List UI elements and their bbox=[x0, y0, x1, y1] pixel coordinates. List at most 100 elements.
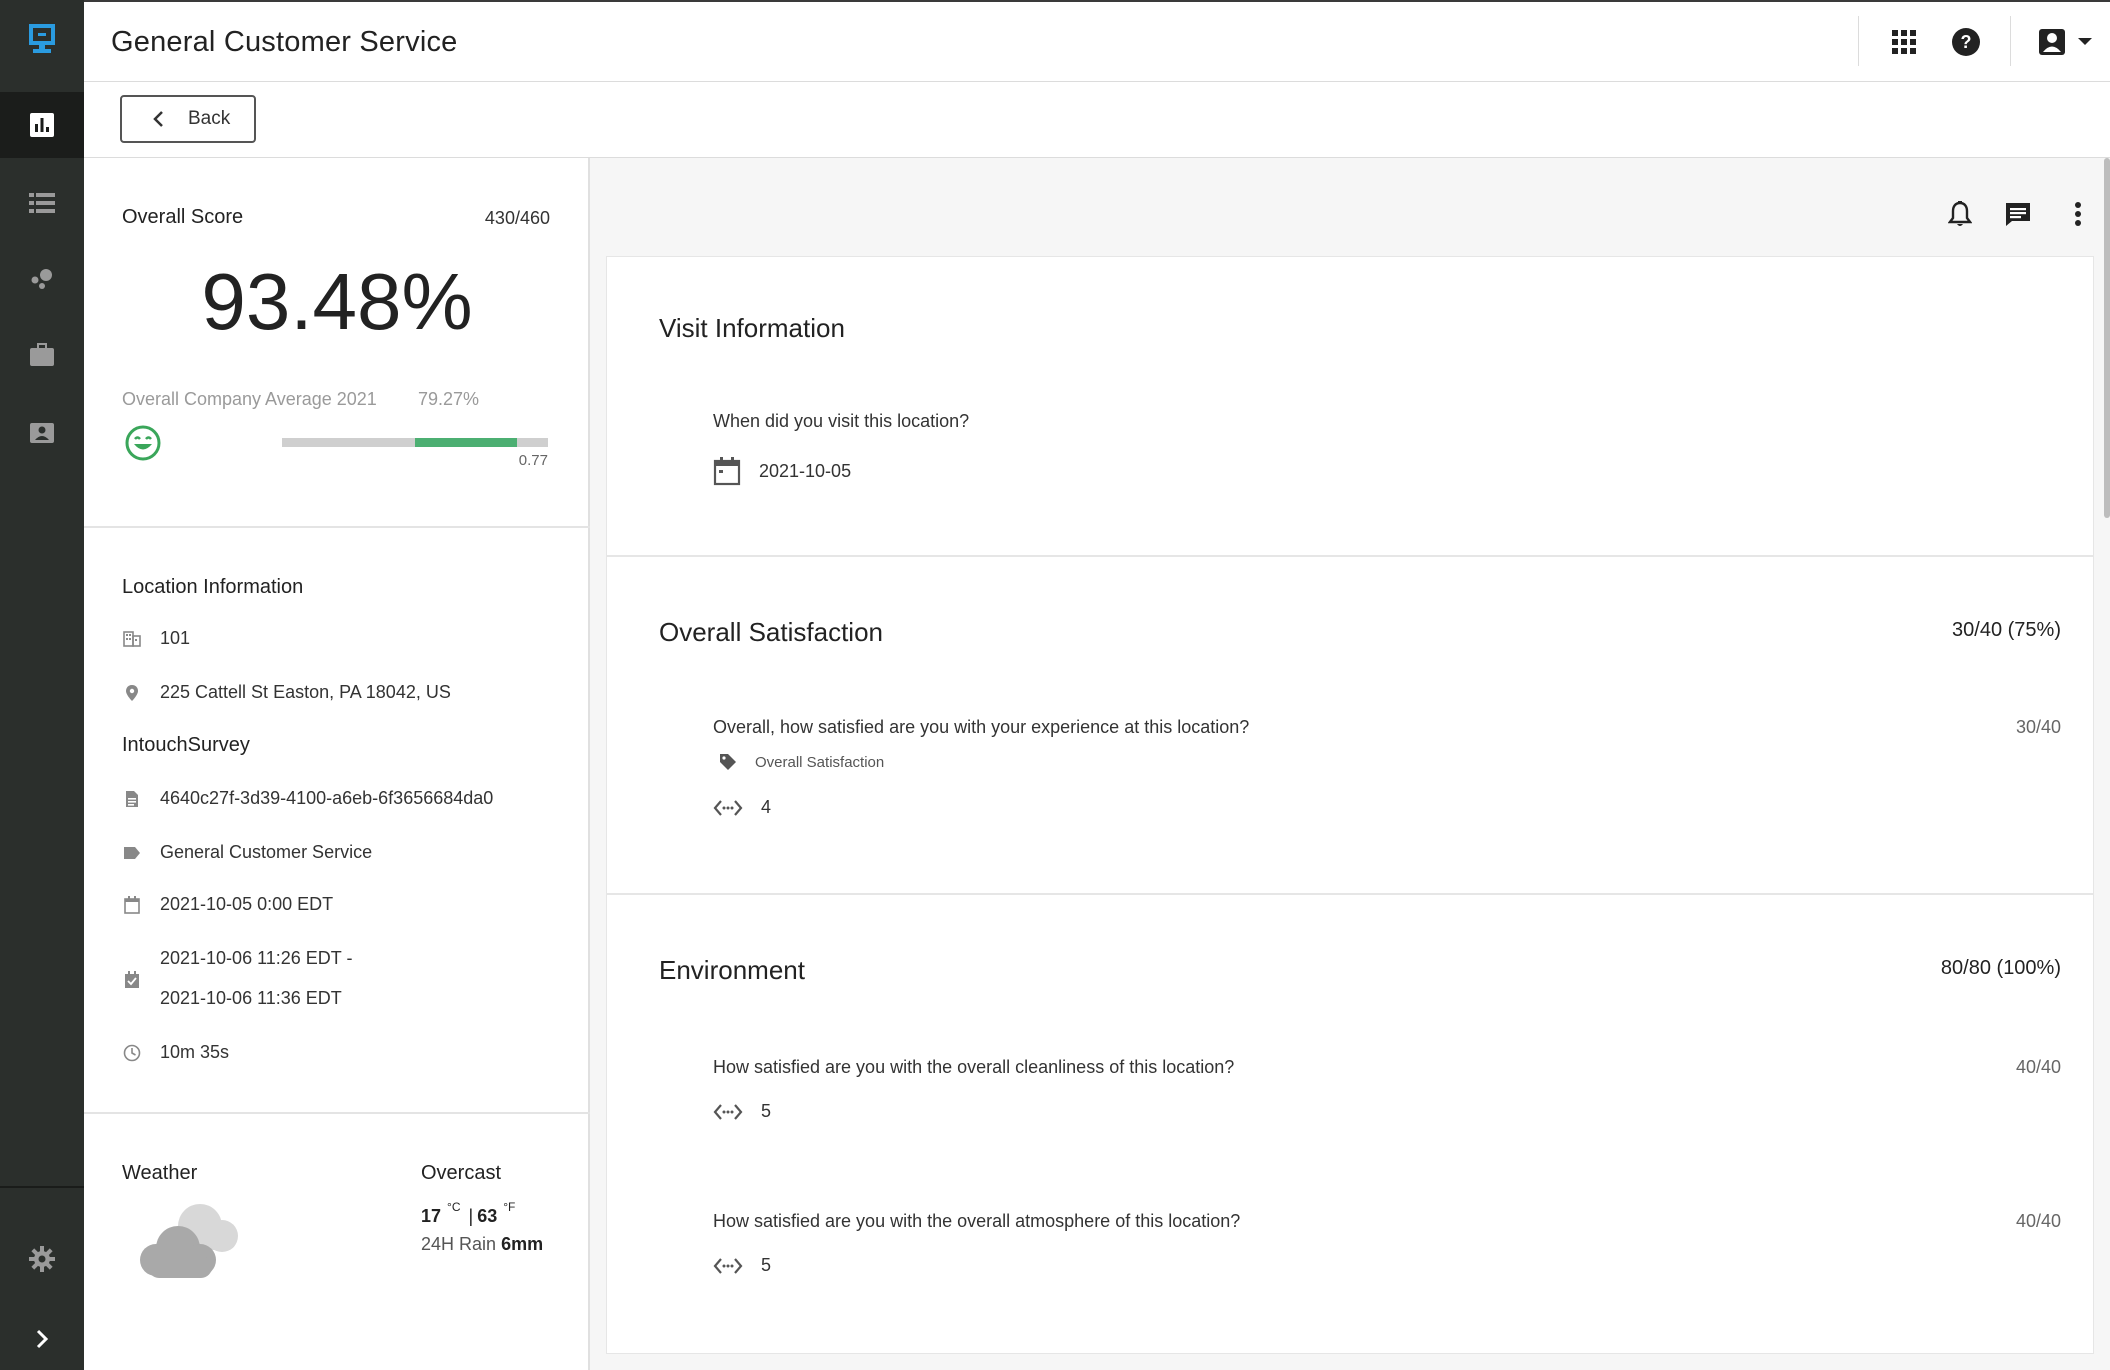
sub-bar: Back bbox=[84, 82, 2110, 158]
visit-answer: 2021-10-05 bbox=[759, 460, 852, 481]
more-vertical-icon[interactable] bbox=[2060, 196, 2096, 232]
help-icon[interactable]: ? bbox=[1946, 22, 1986, 62]
survey-uuid-row: 4640c27f-3d39-4100-a6eb-6f3656684da0 bbox=[122, 788, 493, 809]
survey-detail-panel: Visit Information When did you visit thi… bbox=[590, 158, 2110, 1370]
environment-answer-1: 5 bbox=[761, 1101, 772, 1121]
environment-answer-2-row: 5 bbox=[713, 1255, 771, 1276]
user-account-menu[interactable] bbox=[2030, 22, 2100, 62]
weather-section: Weather Overcast 17 °C | 63 °F 24H Rain … bbox=[84, 1114, 590, 1370]
environment-title: Environment bbox=[659, 955, 805, 985]
caret-down-icon bbox=[2078, 38, 2092, 45]
company-average-label: Overall Company Average 2021 bbox=[122, 389, 377, 409]
notification-bell-icon[interactable] bbox=[1942, 196, 1978, 232]
overall-score-points: 430/460 bbox=[484, 208, 550, 228]
nav-briefcase-icon[interactable] bbox=[0, 322, 84, 388]
cloud-icon bbox=[134, 1196, 244, 1291]
satisfaction-tag: Overall Satisfaction bbox=[755, 753, 885, 771]
topbar-separator bbox=[1858, 16, 1859, 66]
apps-grid-icon[interactable] bbox=[1884, 22, 1924, 62]
scale-arrows-icon bbox=[713, 1256, 743, 1276]
rain-label: 24H Rain bbox=[421, 1234, 497, 1254]
survey-heading: IntouchSurvey bbox=[122, 734, 250, 756]
environment-answer-2: 5 bbox=[761, 1255, 772, 1275]
summary-panel: Overall Score 430/460 93.48% Overall Com… bbox=[84, 158, 590, 1370]
survey-uuid: 4640c27f-3d39-4100-a6eb-6f3656684da0 bbox=[160, 788, 494, 808]
score-progress-bar bbox=[282, 438, 548, 447]
score-progress-value: 0.77 bbox=[518, 452, 548, 469]
location-info-heading: Location Information bbox=[122, 576, 304, 598]
nav-scatter-icon[interactable] bbox=[0, 246, 84, 312]
satisfaction-tag-row: Overall Satisfaction bbox=[719, 753, 884, 771]
calendar-icon bbox=[122, 895, 142, 915]
smiley-face-icon bbox=[124, 424, 162, 467]
location-address: 225 Cattell St Easton, PA 18042, US bbox=[160, 682, 451, 702]
overall-score-label: Overall Score bbox=[122, 206, 244, 228]
environment-question-2-score: 40/40 bbox=[2015, 1211, 2061, 1231]
survey-name: General Customer Service bbox=[160, 842, 373, 862]
clock-icon bbox=[122, 1043, 142, 1063]
environment-question-2: How satisfied are you with the overall a… bbox=[713, 1211, 1241, 1231]
document-icon bbox=[122, 789, 142, 809]
survey-name-row: General Customer Service bbox=[122, 842, 372, 863]
survey-duration-row: 10m 35s bbox=[122, 1042, 229, 1063]
rain-value: 6mm bbox=[501, 1234, 544, 1254]
back-button-label: Back bbox=[188, 108, 231, 129]
location-survey-section: Location Information 101 225 Cattell St … bbox=[84, 528, 590, 1114]
building-icon bbox=[122, 629, 142, 649]
weather-condition: Overcast bbox=[421, 1162, 502, 1184]
chevron-left-icon bbox=[153, 111, 163, 127]
nav-contact-card-icon[interactable] bbox=[0, 400, 84, 466]
visit-question: When did you visit this location? bbox=[713, 411, 970, 431]
survey-range-icon-wrap bbox=[122, 948, 142, 1008]
overall-satisfaction-score: 30/40 (75%) bbox=[1952, 619, 2061, 641]
company-average-value: 79.27% bbox=[418, 389, 480, 409]
page-title: General Customer Service bbox=[111, 26, 458, 58]
location-address-row: 225 Cattell St Easton, PA 18042, US bbox=[122, 682, 451, 703]
visit-answer-row: 2021-10-05 bbox=[713, 456, 851, 486]
top-bar: General Customer Service ? bbox=[84, 0, 2110, 82]
weather-temperature: 17 °C | 63 °F bbox=[421, 1200, 515, 1227]
visit-information-title: Visit Information bbox=[659, 313, 845, 343]
satisfaction-answer: 4 bbox=[761, 797, 772, 817]
nav-reports-icon[interactable] bbox=[0, 92, 84, 158]
topbar-separator bbox=[2010, 16, 2011, 66]
environment-card: Environment 80/80 (100%) How satisfied a… bbox=[606, 894, 2094, 1354]
location-id-row: 101 bbox=[122, 628, 190, 649]
calendar-icon bbox=[713, 456, 741, 486]
visit-information-card: Visit Information When did you visit thi… bbox=[606, 256, 2094, 556]
environment-answer-1-row: 5 bbox=[713, 1101, 771, 1122]
environment-question-1: How satisfied are you with the overall c… bbox=[713, 1057, 1235, 1077]
unit-celsius: °C bbox=[447, 1200, 461, 1214]
label-tag-icon bbox=[122, 843, 142, 863]
expand-chevron-right-icon[interactable] bbox=[0, 1306, 84, 1370]
survey-date-row: 2021-10-05 0:00 EDT bbox=[122, 894, 333, 915]
calendar-check-icon bbox=[125, 971, 139, 988]
settings-gear-icon[interactable] bbox=[0, 1226, 84, 1292]
overall-satisfaction-card: Overall Satisfaction 30/40 (75%) Overall… bbox=[606, 556, 2094, 894]
overall-satisfaction-title: Overall Satisfaction bbox=[659, 617, 883, 647]
left-nav-rail bbox=[0, 0, 84, 1370]
vertical-scrollbar[interactable] bbox=[2104, 158, 2110, 518]
score-progress-fill bbox=[415, 438, 518, 447]
environment-question-1-score: 40/40 bbox=[2015, 1057, 2061, 1077]
app-logo-icon[interactable] bbox=[0, 0, 84, 80]
satisfaction-question: Overall, how satisfied are you with your… bbox=[713, 717, 1250, 737]
tag-icon bbox=[719, 753, 737, 771]
scale-arrows-icon bbox=[713, 798, 743, 818]
unit-fahrenheit: °F bbox=[503, 1200, 516, 1214]
location-id: 101 bbox=[160, 628, 191, 648]
survey-date: 2021-10-05 0:00 EDT bbox=[160, 894, 334, 914]
satisfaction-answer-row: 4 bbox=[713, 797, 771, 818]
survey-duration: 10m 35s bbox=[160, 1042, 230, 1062]
nav-list-icon[interactable] bbox=[0, 170, 84, 236]
environment-score: 80/80 (100%) bbox=[1940, 957, 2061, 979]
scale-arrows-icon bbox=[713, 1102, 743, 1122]
comment-icon[interactable] bbox=[2000, 196, 2036, 232]
map-pin-icon bbox=[122, 683, 142, 703]
weather-rain: 24H Rain 6mm bbox=[421, 1234, 543, 1255]
survey-range-start: 2021-10-06 11:26 EDT - bbox=[160, 948, 353, 968]
back-button[interactable]: Back bbox=[120, 95, 256, 143]
svg-text:?: ? bbox=[1961, 32, 1972, 52]
survey-range-end: 2021-10-06 11:36 EDT bbox=[160, 988, 342, 1008]
account-box-icon bbox=[2039, 29, 2065, 55]
